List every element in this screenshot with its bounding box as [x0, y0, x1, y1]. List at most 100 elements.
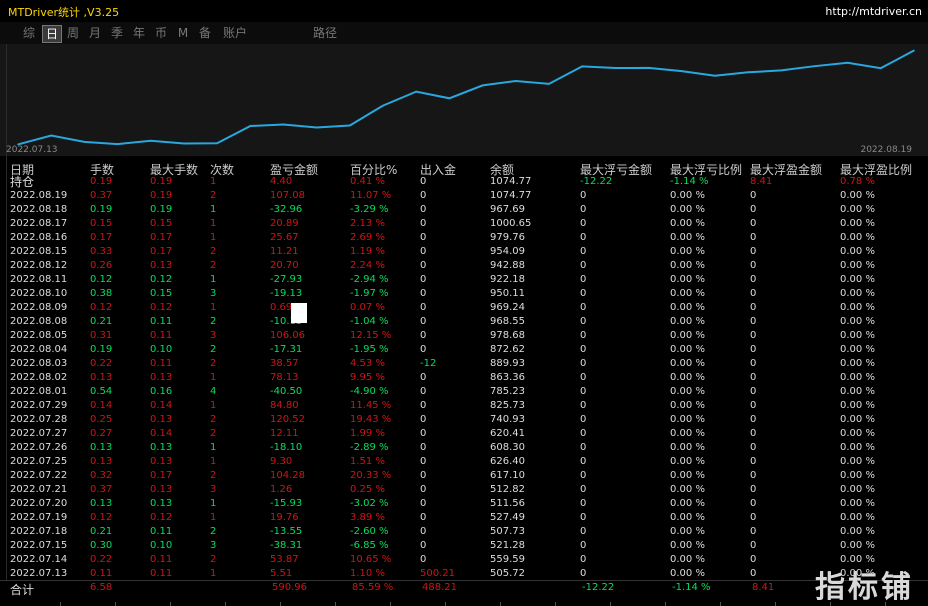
- table-row[interactable]: 2022.07.20 0.13 0.13 1 -15.93 -3.02 % 0 511.56 0…: [0, 497, 928, 511]
- tick-mark: [555, 602, 556, 606]
- tab-3[interactable]: 月: [86, 25, 104, 41]
- row-cell: 3: [210, 330, 217, 341]
- row-cell: 0.00 %: [840, 428, 875, 439]
- row-cell: 0: [750, 568, 757, 579]
- table-row[interactable]: 2022.07.15 0.30 0.10 3 -38.31 -6.85 % 0 521.28 0…: [0, 539, 928, 553]
- table-row[interactable]: 2022.08.08 0.21 0.11 2 -10.13 -1.04 % 0 968.55 0…: [0, 315, 928, 329]
- row-cell: 0.12: [150, 512, 173, 523]
- row-cell: 512.82: [490, 484, 525, 495]
- row-cell: 0: [420, 512, 427, 523]
- table-row[interactable]: 2022.07.21 0.37 0.13 3 1.26 0.25 % 0 512.82 0 0.0…: [0, 483, 928, 497]
- row-cell: -4.90 %: [350, 386, 389, 397]
- table-row[interactable]: 2022.08.10 0.38 0.15 3 -19.13 -1.97 % 0 950.11 0…: [0, 287, 928, 301]
- tick-mark: [500, 602, 501, 606]
- row-cell: 978.68: [490, 330, 525, 341]
- total-float-loss: -12.22: [582, 582, 615, 593]
- tab-7[interactable]: M: [176, 25, 190, 41]
- table-row[interactable]: 2022.07.18 0.21 0.11 2 -13.55 -2.60 % 0 507.73 0…: [0, 525, 928, 539]
- table-row[interactable]: 2022.07.14 0.22 0.11 2 53.87 10.65 % 0 559.59 0 0…: [0, 553, 928, 567]
- row-cell: -1.97 %: [350, 288, 389, 299]
- row-cell: 0.00 %: [840, 414, 875, 425]
- row-cell: 0: [420, 246, 427, 257]
- table-row[interactable]: 2022.08.04 0.19 0.10 2 -17.31 -1.95 % 0 872.62 0…: [0, 343, 928, 357]
- table-row[interactable]: 2022.08.11 0.12 0.12 1 -27.93 -2.94 % 0 922.18 0…: [0, 273, 928, 287]
- equity-point: [846, 61, 849, 64]
- row-cell: 0.12: [90, 512, 113, 523]
- row-cell: 2: [210, 414, 217, 425]
- row-cell: 0: [580, 358, 587, 369]
- row-cell: 0: [580, 372, 587, 383]
- row-cell: 0: [580, 386, 587, 397]
- table-row[interactable]: 2022.07.26 0.13 0.13 1 -18.10 -2.89 % 0 608.30 0…: [0, 441, 928, 455]
- tab-1[interactable]: 日: [42, 25, 62, 43]
- tab-6[interactable]: 币: [152, 25, 170, 41]
- row-cell: 0: [420, 372, 427, 383]
- row-cell: 0.11: [150, 330, 173, 341]
- row-cell: 0.00 %: [840, 274, 875, 285]
- table-row[interactable]: 2022.08.01 0.54 0.16 4 -40.50 -4.90 % 0 785.23 0…: [0, 385, 928, 399]
- row-cell: 106.06: [270, 330, 305, 341]
- row-cell: 0.00 %: [840, 358, 875, 369]
- table-row[interactable]: 2022.07.27 0.27 0.14 2 12.11 1.99 % 0 620.41 0 0.…: [0, 427, 928, 441]
- table-row[interactable]: 2022.08.09 0.12 0.12 1 0.69 0.07 % 0 969.24 0 0.0…: [0, 301, 928, 315]
- tick-mark: [665, 602, 666, 606]
- table-row[interactable]: 2022.08.12 0.26 0.13 2 20.70 2.24 % 0 942.88 0 0.…: [0, 259, 928, 273]
- total-lots: 6.58: [90, 582, 113, 593]
- row-cell: 0: [750, 512, 757, 523]
- table-row[interactable]: 2022.07.13 0.11 0.11 1 5.51 1.10 % 500.21 505.7…: [0, 567, 928, 581]
- row-cell: 1: [210, 274, 217, 285]
- table-row[interactable]: 2022.08.03 0.22 0.11 2 38.57 4.53 % -12 889.93 0…: [0, 357, 928, 371]
- tab-10[interactable]: 路径: [308, 25, 342, 41]
- row-cell: 0.19: [150, 204, 173, 215]
- row-cell: 0.00 %: [670, 246, 705, 257]
- tab-8[interactable]: 备: [196, 25, 214, 41]
- equity-point: [780, 69, 783, 72]
- table-row[interactable]: 2022.07.22 0.32 0.17 2 104.28 20.33 % 0 617.10 0…: [0, 469, 928, 483]
- row-date: 2022.08.01: [10, 386, 68, 397]
- row-cell: 0: [750, 316, 757, 327]
- tab-0[interactable]: 综: [20, 25, 38, 41]
- tab-2[interactable]: 周: [64, 25, 82, 41]
- row-cell: 954.09: [490, 246, 525, 257]
- row-cell: 0.00 %: [670, 400, 705, 411]
- row-cell: 1: [210, 372, 217, 383]
- website-link[interactable]: http://mtdriver.cn: [825, 5, 922, 18]
- row-cell: 84.80: [270, 400, 299, 411]
- row-cell: 0.19: [90, 344, 113, 355]
- tab-4[interactable]: 季: [108, 25, 126, 41]
- row-cell: 0.00 %: [670, 470, 705, 481]
- table-row[interactable]: 2022.08.18 0.19 0.19 1 -32.96 -3.29 % 0 967.69 0…: [0, 203, 928, 217]
- row-cell: 0.00 %: [840, 330, 875, 341]
- row-cell: 1: [210, 400, 217, 411]
- table-row[interactable]: 2022.07.25 0.13 0.13 1 9.30 1.51 % 0 626.40 0 0.0…: [0, 455, 928, 469]
- row-cell: 38.57: [270, 358, 299, 369]
- table-row[interactable]: 2022.08.19 0.37 0.19 2 107.08 11.07 % 0 1074.77…: [0, 189, 928, 203]
- table-row[interactable]: 2022.07.28 0.25 0.13 2 120.52 19.43 % 0 740.93 0…: [0, 413, 928, 427]
- table-row[interactable]: 2022.08.15 0.33 0.17 2 11.21 1.19 % 0 954.09 0 0.…: [0, 245, 928, 259]
- table-row[interactable]: 2022.07.19 0.12 0.12 1 19.76 3.89 % 0 527.49 0 0.…: [0, 511, 928, 525]
- row-cell: 950.11: [490, 288, 525, 299]
- tab-5[interactable]: 年: [130, 25, 148, 41]
- row-date: 2022.08.11: [10, 274, 68, 285]
- table-row[interactable]: 2022.08.16 0.17 0.17 1 25.67 2.69 % 0 979.76 0 0.…: [0, 231, 928, 245]
- row-cell: 0: [420, 456, 427, 467]
- table-row[interactable]: 2022.07.29 0.14 0.14 1 84.80 11.45 % 0 825.73 0 0…: [0, 399, 928, 413]
- table-row[interactable]: 2022.08.17 0.15 0.15 1 20.89 2.13 % 0 1000.65 0 0…: [0, 217, 928, 231]
- tab-9[interactable]: 账户: [218, 25, 252, 41]
- row-cell: 0.00 %: [670, 484, 705, 495]
- holding-row[interactable]: 持仓 0.19 0.19 1 4.40 0.41 % 0 1074.77 -12.22 -1.14…: [0, 175, 928, 189]
- table-row[interactable]: 2022.08.05 0.31 0.11 3 106.06 12.15 % 0 978.68 0…: [0, 329, 928, 343]
- row-cell: 1.26: [270, 484, 293, 495]
- row-cell: 0.00 %: [670, 428, 705, 439]
- equity-point: [349, 124, 351, 127]
- row-cell: -1.95 %: [350, 344, 389, 355]
- row-cell: -6.85 %: [350, 540, 389, 551]
- row-cell: 0: [750, 218, 757, 229]
- row-cell: 0: [750, 246, 757, 257]
- table-row[interactable]: 2022.08.02 0.13 0.13 1 78.13 9.95 % 0 863.36 0 0.…: [0, 371, 928, 385]
- row-cell: 1: [210, 204, 217, 215]
- row-cell: 0: [750, 540, 757, 551]
- row-cell: 0.13: [150, 372, 173, 383]
- row-cell: 0.17: [150, 232, 173, 243]
- row-cell: 0: [750, 498, 757, 509]
